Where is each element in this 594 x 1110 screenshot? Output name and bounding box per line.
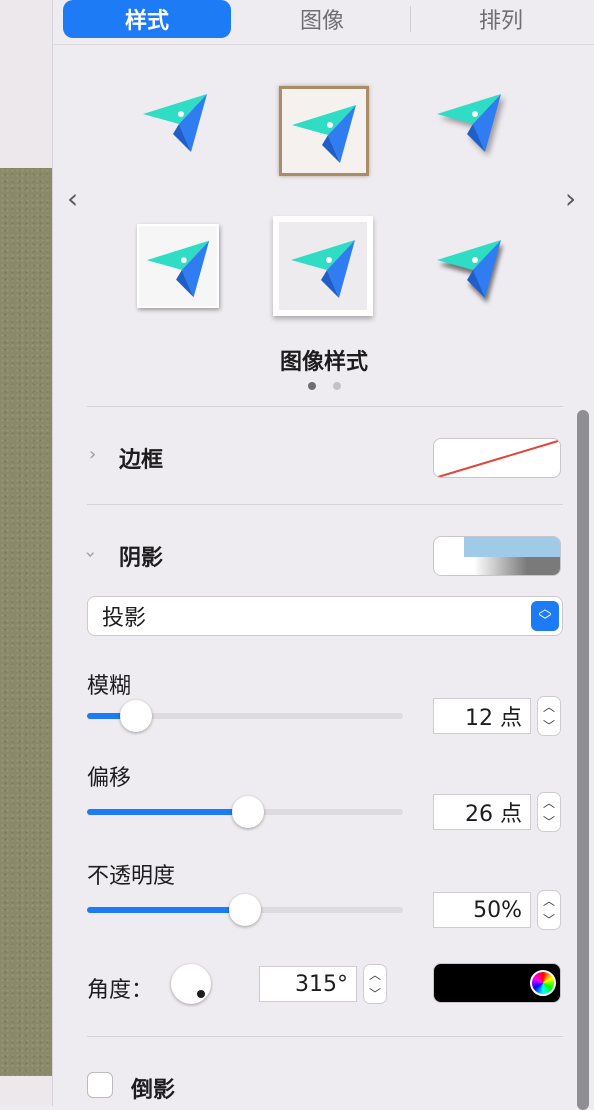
style-preset-3[interactable]	[421, 72, 517, 168]
offset-value-field[interactable]: 26 点	[433, 794, 531, 830]
canvas-area-top	[0, 0, 52, 168]
style-preset-2[interactable]	[279, 86, 369, 176]
shadow-type-value: 投影	[102, 606, 147, 631]
scrollbar[interactable]	[577, 410, 589, 1110]
header-divider	[53, 44, 594, 45]
tab-image[interactable]: 图像	[237, 0, 407, 38]
chevron-down-icon[interactable]: ›	[80, 551, 101, 558]
offset-stepper[interactable]: ︿ ﹀	[537, 792, 561, 832]
paper-plane-icon	[146, 240, 210, 298]
chevron-right-icon[interactable]: ›	[565, 182, 576, 215]
opacity-stepper[interactable]: ︿ ﹀	[537, 890, 561, 930]
paper-plane-icon	[143, 94, 207, 152]
page-dot[interactable]	[333, 382, 341, 390]
divider	[87, 504, 563, 505]
shadow-type-select[interactable]: 投影 ︿ ﹀	[87, 596, 563, 636]
canvas-image[interactable]	[0, 168, 52, 1076]
divider	[87, 406, 563, 407]
blur-slider-knob[interactable]	[119, 700, 152, 732]
offset-slider-fill	[87, 809, 249, 815]
angle-dial[interactable]	[171, 964, 211, 1004]
shadow-preview-gradient	[474, 557, 560, 575]
offset-slider-knob[interactable]	[232, 796, 265, 828]
blur-stepper[interactable]: ︿ ﹀	[537, 696, 561, 736]
angle-dial-indicator	[197, 990, 205, 998]
opacity-slider-knob[interactable]	[229, 894, 261, 926]
shadow-label[interactable]: 阴影	[119, 540, 163, 572]
reflection-checkbox[interactable]	[87, 1072, 113, 1098]
opacity-value-field[interactable]: 50%	[433, 892, 531, 928]
border-style-well[interactable]	[433, 438, 561, 478]
color-wheel-icon[interactable]	[530, 970, 556, 996]
angle-stepper[interactable]: ︿ ﹀	[363, 964, 387, 1004]
chevron-right-icon[interactable]: ›	[89, 444, 96, 465]
paper-plane-icon	[292, 105, 356, 163]
style-preset-5[interactable]	[273, 216, 373, 316]
select-arrows-icon[interactable]: ︿ ﹀	[531, 601, 559, 631]
format-inspector: 样式 图像 排列 ‹ › 图像样式 › 边框 › 阴影 投影 ︿ ﹀ 模糊 12…	[52, 0, 594, 1110]
offset-slider[interactable]	[87, 796, 403, 828]
shadow-color-well[interactable]	[433, 963, 561, 1003]
reflection-label[interactable]: 倒影	[131, 1072, 175, 1104]
opacity-slider[interactable]	[87, 894, 403, 926]
opacity-label: 不透明度	[87, 864, 176, 889]
tab-separator	[410, 6, 411, 32]
angle-label: 角度：	[87, 978, 154, 1003]
divider	[87, 1036, 563, 1037]
tab-style[interactable]: 样式	[63, 0, 231, 38]
blur-value-field[interactable]: 12 点	[433, 698, 531, 734]
blur-label: 模糊	[87, 674, 132, 699]
style-preset-6[interactable]	[421, 218, 517, 314]
tab-arrange[interactable]: 排列	[413, 0, 589, 38]
offset-label: 偏移	[87, 766, 132, 791]
blur-slider[interactable]	[87, 700, 403, 732]
chevron-left-icon[interactable]: ‹	[67, 182, 78, 215]
paper-plane-icon	[291, 240, 355, 298]
shadow-style-well[interactable]	[433, 536, 561, 576]
angle-value-field[interactable]: 315°	[259, 966, 357, 1002]
no-border-slash-icon	[437, 440, 559, 477]
paper-plane-icon	[437, 240, 501, 298]
border-label[interactable]: 边框	[119, 442, 163, 474]
shadow-preview-swatch	[464, 537, 560, 557]
canvas-area-bottom	[0, 1076, 52, 1106]
paper-plane-icon	[437, 94, 501, 152]
opacity-slider-fill	[87, 907, 245, 913]
image-styles-title: 图像样式	[279, 350, 368, 375]
page-dot-active[interactable]	[308, 382, 316, 390]
style-preset-1[interactable]	[127, 72, 223, 168]
style-preset-4[interactable]	[137, 224, 219, 308]
